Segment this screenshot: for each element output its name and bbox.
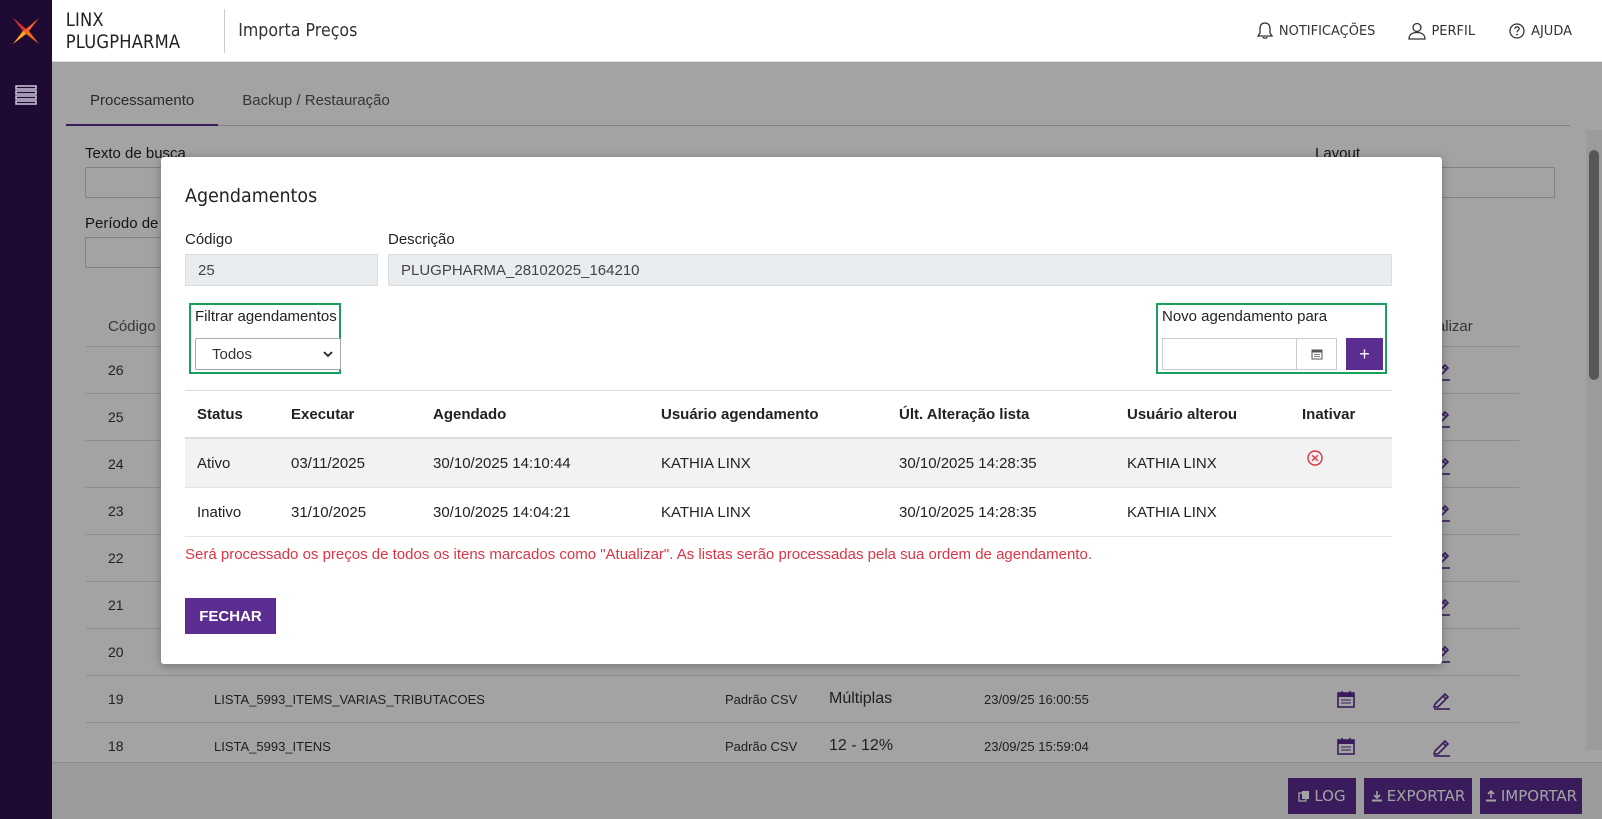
bell-icon (1256, 22, 1274, 39)
calendar-button[interactable] (1297, 338, 1337, 370)
row-user-scheduled: KATHIA LINX (661, 503, 751, 521)
schedules-table-header: Status Executar Agendado Usuário agendam… (185, 390, 1392, 439)
row-scheduled: 30/10/2025 14:10:44 (433, 454, 571, 472)
profile-button[interactable]: PERFIL (1407, 21, 1475, 41)
row-last-change: 30/10/2025 14:28:35 (899, 503, 1037, 521)
new-schedule-date-input[interactable] (1162, 338, 1297, 370)
column-scheduled: Agendado (433, 405, 507, 423)
row-user-scheduled: KATHIA LINX (661, 454, 751, 472)
chevron-down-icon (323, 351, 333, 358)
page-title: Importa Preços (238, 20, 358, 41)
top-actions: NOTIFICAÇÕES PERFIL AJUDA (1255, 0, 1572, 62)
close-button[interactable]: FECHAR (185, 598, 276, 634)
description-label: Descrição (388, 231, 455, 248)
column-status: Status (197, 405, 243, 423)
filter-select[interactable]: Todos (195, 338, 341, 370)
row-last-change: 30/10/2025 14:28:35 (899, 454, 1037, 472)
row-scheduled: 30/10/2025 14:04:21 (433, 503, 571, 521)
column-user-scheduled: Usuário agendamento (661, 405, 819, 423)
column-user-changed: Usuário alterou (1127, 405, 1238, 423)
column-deactivate: Inativar (1302, 405, 1356, 423)
description-field: PLUGPHARMA_28102025_164210 (388, 254, 1392, 286)
row-status: Ativo (197, 454, 231, 472)
schedules-table: Status Executar Agendado Usuário agendam… (185, 390, 1392, 537)
row-execute: 03/11/2025 (291, 454, 365, 472)
column-last-change: Últ. Alteração lista (899, 405, 1030, 423)
user-icon (1408, 22, 1427, 40)
deactivate-button[interactable] (1306, 434, 1324, 482)
code-label: Código (185, 231, 233, 248)
row-user-changed: KATHIA LINX (1127, 503, 1217, 521)
add-schedule-button[interactable]: + (1346, 338, 1383, 370)
topbar: LINX PLUGPHARMA Importa Preços NOTIFICAÇ… (52, 0, 1602, 62)
row-user-changed: KATHIA LINX (1127, 454, 1217, 472)
cancel-circle-icon (1307, 450, 1323, 466)
table-row: Ativo 03/11/2025 30/10/2025 14:10:44 KAT… (185, 439, 1392, 488)
notifications-button[interactable]: NOTIFICAÇÕES (1255, 21, 1376, 41)
filter-label: Filtrar agendamentos (195, 308, 337, 325)
calendar-icon (1311, 349, 1322, 360)
filter-select-value: Todos (212, 345, 253, 363)
row-status: Inativo (197, 503, 242, 521)
help-label: AJUDA (1531, 23, 1572, 39)
processing-note: Será processado os preços de todos os it… (185, 546, 1092, 563)
notifications-label: NOTIFICAÇÕES (1278, 23, 1376, 39)
column-execute: Executar (291, 405, 355, 423)
brand-name: LINX PLUGPHARMA (65, 8, 181, 53)
code-field: 25 (185, 254, 378, 286)
sidebar (0, 0, 52, 819)
help-icon (1509, 23, 1525, 39)
modal-title: Agendamentos (185, 185, 318, 207)
new-schedule-label: Novo agendamento para (1162, 308, 1328, 325)
row-execute: 31/10/2025 (291, 503, 367, 521)
linx-logo-icon[interactable] (0, 0, 52, 62)
table-row: Inativo 31/10/2025 30/10/2025 14:04:21 K… (185, 488, 1392, 537)
profile-label: PERFIL (1431, 23, 1476, 39)
help-button[interactable]: AJUDA (1507, 21, 1572, 41)
schedules-modal: Agendamentos Código 25 Descrição PLUGPHA… (161, 157, 1442, 664)
menu-icon[interactable] (14, 84, 38, 106)
